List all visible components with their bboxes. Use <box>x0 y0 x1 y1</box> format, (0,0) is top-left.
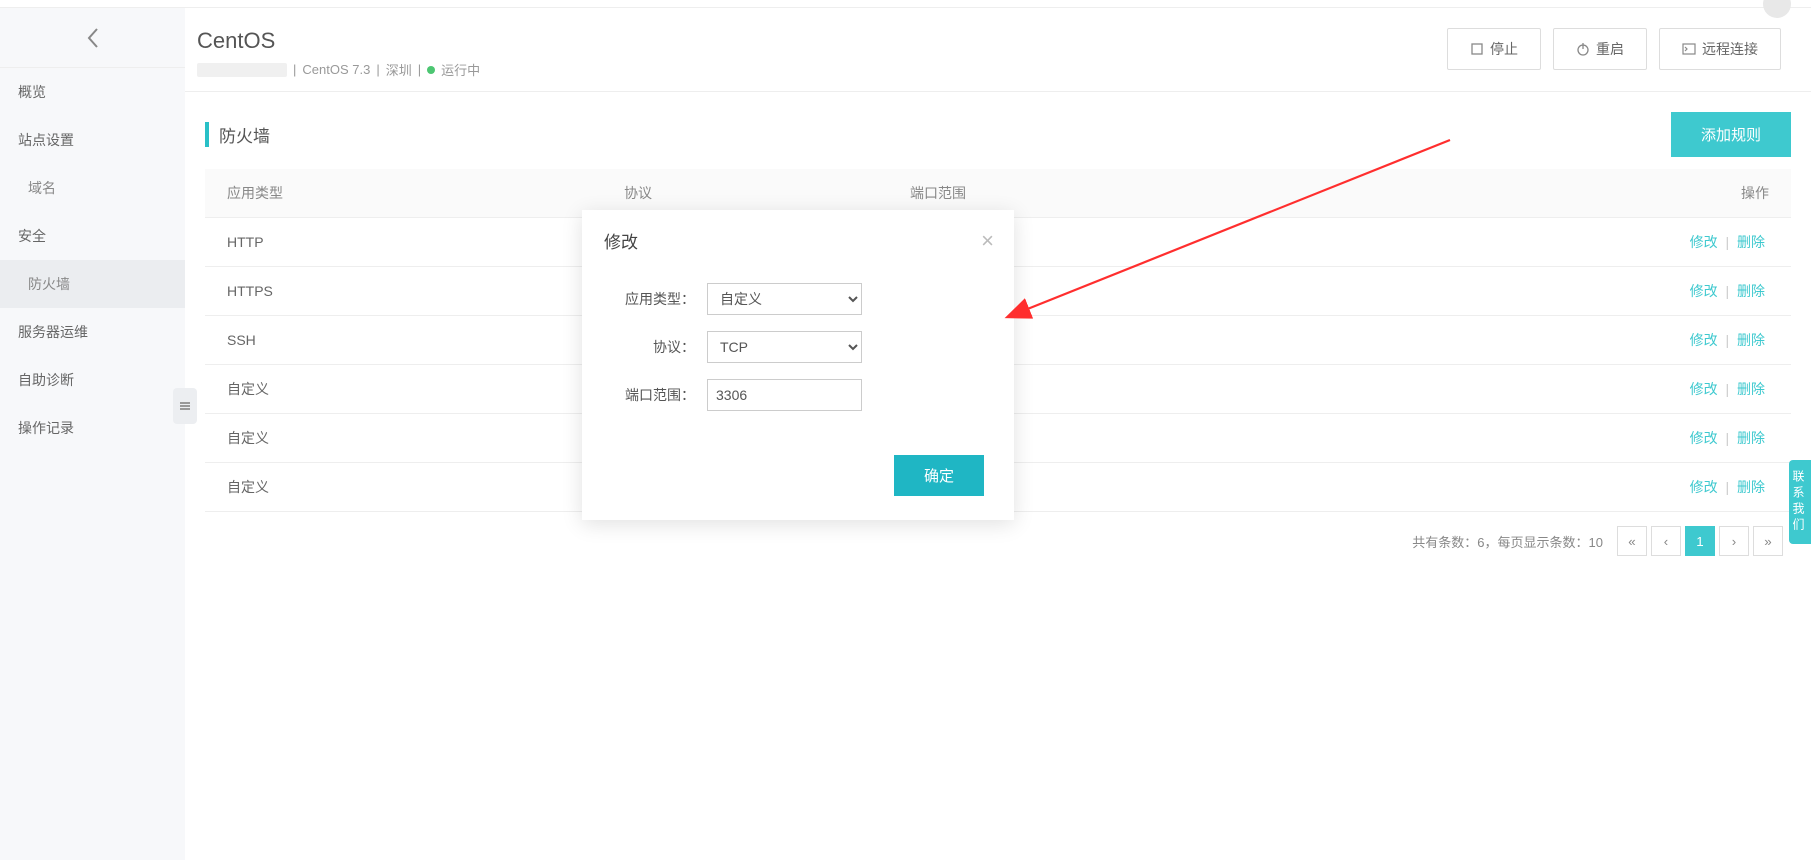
sidebar-item-label: 站点设置 <box>18 132 74 148</box>
section-title: 防火墙 <box>205 122 270 147</box>
modal-title: 修改 <box>604 228 638 253</box>
page-title: CentOS <box>197 28 480 54</box>
restart-button-label: 重启 <box>1596 39 1624 59</box>
port-range-input[interactable] <box>707 379 862 411</box>
cell-op: 修改 | 删除 <box>1285 267 1791 316</box>
pager-summary: 共有条数：6，每页显示条数：10 <box>1412 532 1603 551</box>
delete-link[interactable]: 删除 <box>1737 332 1765 348</box>
edit-link[interactable]: 修改 <box>1690 381 1718 397</box>
cell-op: 修改 | 删除 <box>1285 365 1791 414</box>
sidebar-item-label: 服务器运维 <box>18 324 88 340</box>
cell-app: 自定义 <box>205 414 602 463</box>
pager-next[interactable]: › <box>1719 526 1749 556</box>
delete-link[interactable]: 删除 <box>1737 479 1765 495</box>
cell-op: 修改 | 删除 <box>1285 218 1791 267</box>
delete-link[interactable]: 删除 <box>1737 234 1765 250</box>
sidebar: 概览 站点设置 域名 安全 防火墙 服务器运维 自助诊断 操作记录 <box>0 8 185 860</box>
col-op: 操作 <box>1285 169 1791 218</box>
protocol-select[interactable]: TCP <box>707 331 862 363</box>
stop-button[interactable]: 停止 <box>1447 28 1541 70</box>
port-range-label: 端口范围： <box>612 385 707 405</box>
protocol-label: 协议： <box>612 337 707 357</box>
sidebar-item-label: 操作记录 <box>18 420 74 436</box>
sidebar-item-label: 概览 <box>18 84 46 100</box>
pager: « ‹ 1 › » <box>1617 526 1783 556</box>
pager-page-1[interactable]: 1 <box>1685 526 1715 556</box>
pager-last[interactable]: » <box>1753 526 1783 556</box>
edit-link[interactable]: 修改 <box>1690 479 1718 495</box>
sidebar-collapse-toggle[interactable] <box>173 388 197 424</box>
pager-prev[interactable]: ‹ <box>1651 526 1681 556</box>
stop-icon <box>1470 42 1484 56</box>
page-header: CentOS | CentOS 7.3 | 深圳 | 运行中 停止 <box>185 8 1811 92</box>
page-subtitle: | CentOS 7.3 | 深圳 | 运行中 <box>197 60 480 79</box>
edit-link[interactable]: 修改 <box>1690 332 1718 348</box>
power-icon <box>1576 42 1590 56</box>
sidebar-item-domain[interactable]: 域名 <box>0 164 185 212</box>
sidebar-item-ops[interactable]: 服务器运维 <box>0 308 185 356</box>
cell-app: SSH <box>205 316 602 365</box>
delete-link[interactable]: 删除 <box>1737 430 1765 446</box>
edit-link[interactable]: 修改 <box>1690 430 1718 446</box>
stop-button-label: 停止 <box>1490 39 1518 59</box>
sidebar-item-overview[interactable]: 概览 <box>0 68 185 116</box>
pager-first[interactable]: « <box>1617 526 1647 556</box>
masked-hostname <box>197 63 287 77</box>
cell-app: 自定义 <box>205 365 602 414</box>
confirm-button[interactable]: 确定 <box>894 455 984 496</box>
contact-us-tab[interactable]: 联系我们 <box>1789 460 1811 544</box>
delete-link[interactable]: 删除 <box>1737 283 1765 299</box>
terminal-icon <box>1682 42 1696 56</box>
sidebar-item-label: 自助诊断 <box>18 372 74 388</box>
delete-link[interactable]: 删除 <box>1737 381 1765 397</box>
app-type-label: 应用类型： <box>612 289 707 309</box>
sidebar-item-firewall[interactable]: 防火墙 <box>0 260 185 308</box>
col-app: 应用类型 <box>205 169 602 218</box>
edit-rule-modal: 修改 × 应用类型： 自定义 协议： TCP 端口范围： 确定 <box>582 210 1014 520</box>
status-dot-icon <box>427 66 435 74</box>
cell-op: 修改 | 删除 <box>1285 316 1791 365</box>
status-label: 运行中 <box>441 60 480 79</box>
remote-button-label: 远程连接 <box>1702 39 1758 59</box>
app-type-select[interactable]: 自定义 <box>707 283 862 315</box>
sidebar-item-security[interactable]: 安全 <box>0 212 185 260</box>
sidebar-item-label: 域名 <box>28 180 56 196</box>
cell-op: 修改 | 删除 <box>1285 414 1791 463</box>
chevron-left-icon <box>86 27 100 49</box>
sidebar-item-diagnosis[interactable]: 自助诊断 <box>0 356 185 404</box>
os-label: CentOS 7.3 <box>302 62 370 77</box>
sidebar-item-site[interactable]: 站点设置 <box>0 116 185 164</box>
sidebar-item-label: 安全 <box>18 228 46 244</box>
cell-op: 修改 | 删除 <box>1285 463 1791 512</box>
collapse-icon <box>179 400 191 412</box>
edit-link[interactable]: 修改 <box>1690 283 1718 299</box>
cell-app: HTTP <box>205 218 602 267</box>
add-rule-button[interactable]: 添加规则 <box>1671 112 1791 157</box>
region-label: 深圳 <box>386 60 412 79</box>
edit-link[interactable]: 修改 <box>1690 234 1718 250</box>
sidebar-item-logs[interactable]: 操作记录 <box>0 404 185 452</box>
remote-button[interactable]: 远程连接 <box>1659 28 1781 70</box>
close-icon[interactable]: × <box>981 230 994 252</box>
cell-app: 自定义 <box>205 463 602 512</box>
sidebar-item-label: 防火墙 <box>28 276 70 292</box>
restart-button[interactable]: 重启 <box>1553 28 1647 70</box>
cell-app: HTTPS <box>205 267 602 316</box>
back-button[interactable] <box>0 8 185 68</box>
